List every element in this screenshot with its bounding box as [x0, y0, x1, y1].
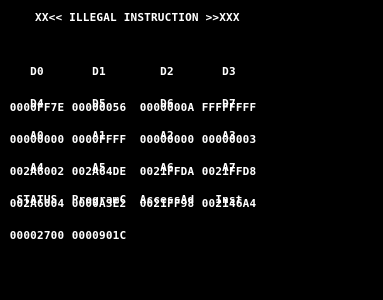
- error-header: XX<< ILLEGAL INSTRUCTION >>XXX: [35, 11, 240, 24]
- register-value: 00002700: [9, 229, 65, 242]
- register-label: STATUS: [16, 193, 58, 206]
- register-access-address: AccessAd: [134, 170, 200, 254]
- register-program-counter: ProgramC 0000901C: [66, 170, 132, 266]
- register-status: STATUS 00002700: [4, 170, 70, 266]
- register-value: 0000901C: [71, 229, 127, 242]
- register-label: Inst: [215, 193, 243, 206]
- register-label: AccessAd: [139, 193, 195, 206]
- register-instruction: Inst: [196, 170, 262, 254]
- debugger-screen: XX<< ILLEGAL INSTRUCTION >>XXX D0 0000FF…: [0, 0, 383, 300]
- register-label: ProgramC: [71, 193, 127, 206]
